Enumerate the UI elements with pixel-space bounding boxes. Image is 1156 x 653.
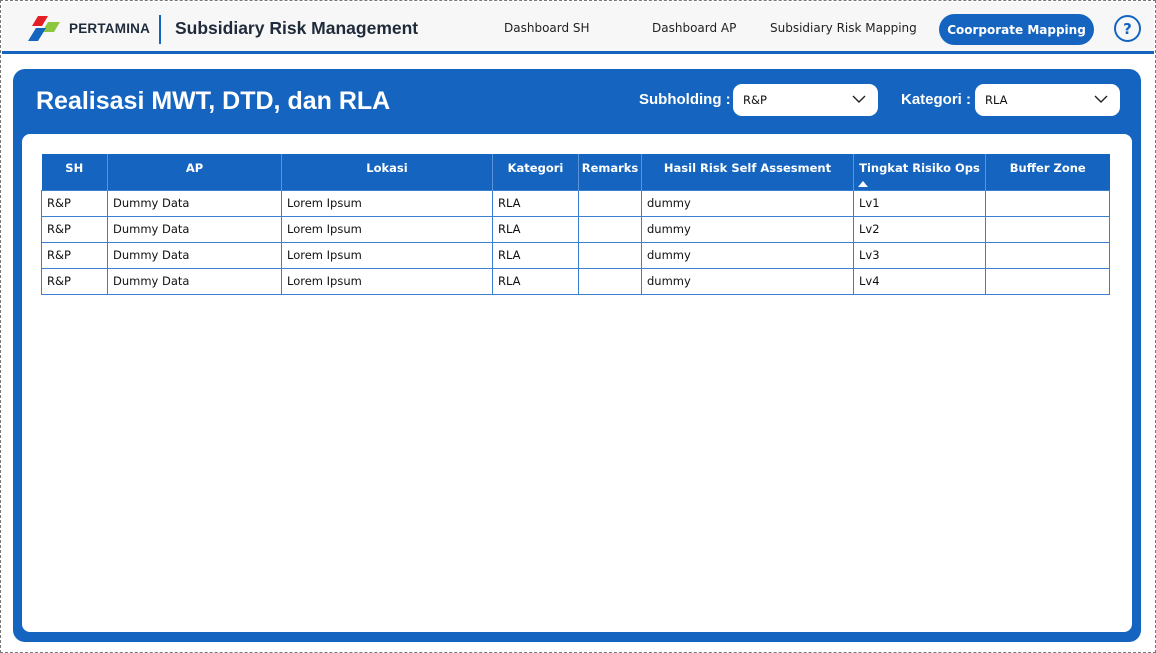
nav-subsidiary-risk-mapping[interactable]: Subsidiary Risk Mapping xyxy=(770,21,917,35)
cell-tingkat-risiko: Lv3 xyxy=(853,241,986,269)
cell-ap: Dummy Data xyxy=(107,215,282,243)
cell-tingkat-risiko: Lv1 xyxy=(853,189,986,217)
corporate-mapping-button[interactable]: Coorporate Mapping xyxy=(939,14,1094,45)
column-header-tingkat-risiko-label: Tingkat Risiko Ops xyxy=(859,161,980,175)
kategori-selected-value: RLA xyxy=(985,93,1008,107)
cell-remarks xyxy=(578,189,642,217)
cell-hasil-risk: dummy xyxy=(641,241,854,269)
cell-hasil-risk: dummy xyxy=(641,215,854,243)
cell-ap: Dummy Data xyxy=(107,189,282,217)
cell-lokasi: Lorem Ipsum xyxy=(281,189,493,217)
brand-name: PERTAMINA xyxy=(69,21,151,36)
header-accent-line xyxy=(2,51,1154,54)
cell-remarks xyxy=(578,215,642,243)
column-header-hasil-risk[interactable]: Hasil Risk Self Assesment xyxy=(641,154,854,190)
cell-sh: R&P xyxy=(41,189,108,217)
cell-kategori: RLA xyxy=(492,267,579,295)
cell-lokasi: Lorem Ipsum xyxy=(281,241,493,269)
table-row[interactable]: R&P Dummy Data Lorem Ipsum RLA dummy Lv1 xyxy=(41,189,1110,217)
cell-tingkat-risiko: Lv4 xyxy=(853,267,986,295)
kategori-dropdown[interactable]: RLA xyxy=(975,84,1120,116)
cell-sh: R&P xyxy=(41,267,108,295)
table-container: SH AP Lokasi Kategori Remarks Hasil Risk… xyxy=(22,134,1132,632)
table-row[interactable]: R&P Dummy Data Lorem Ipsum RLA dummy Lv4 xyxy=(41,267,1110,295)
cell-sh: R&P xyxy=(41,215,108,243)
sort-ascending-icon xyxy=(858,180,868,187)
main-panel: Realisasi MWT, DTD, dan RLA Subholding :… xyxy=(13,69,1141,642)
column-header-remarks[interactable]: Remarks xyxy=(578,154,642,190)
table-header-row: SH AP Lokasi Kategori Remarks Hasil Risk… xyxy=(41,154,1110,190)
nav-dashboard-sh[interactable]: Dashboard SH xyxy=(504,21,590,35)
column-header-lokasi[interactable]: Lokasi xyxy=(281,154,493,190)
column-header-kategori[interactable]: Kategori xyxy=(492,154,579,190)
chevron-down-icon xyxy=(852,95,866,103)
cell-buffer-zone xyxy=(985,215,1110,243)
column-header-buffer-zone[interactable]: Buffer Zone xyxy=(985,154,1110,190)
subholding-filter-label: Subholding : xyxy=(639,91,731,108)
cell-kategori: RLA xyxy=(492,241,579,269)
help-icon[interactable]: ? xyxy=(1114,15,1141,42)
cell-remarks xyxy=(578,267,642,295)
cell-kategori: RLA xyxy=(492,215,579,243)
cell-remarks xyxy=(578,241,642,269)
table-row[interactable]: R&P Dummy Data Lorem Ipsum RLA dummy Lv3 xyxy=(41,241,1110,269)
subholding-dropdown[interactable]: R&P xyxy=(733,84,878,116)
cell-ap: Dummy Data xyxy=(107,267,282,295)
cell-sh: R&P xyxy=(41,241,108,269)
column-header-sh[interactable]: SH xyxy=(41,154,108,190)
cell-lokasi: Lorem Ipsum xyxy=(281,215,493,243)
cell-kategori: RLA xyxy=(492,189,579,217)
column-header-tingkat-risiko[interactable]: Tingkat Risiko Ops xyxy=(853,154,986,190)
cell-hasil-risk: dummy xyxy=(641,267,854,295)
top-navigation-bar: PERTAMINA Subsidiary Risk Management Das… xyxy=(2,2,1154,52)
kategori-filter-label: Kategori : xyxy=(901,91,972,108)
cell-ap: Dummy Data xyxy=(107,241,282,269)
cell-buffer-zone xyxy=(985,241,1110,269)
cell-tingkat-risiko: Lv2 xyxy=(853,215,986,243)
risk-table: SH AP Lokasi Kategori Remarks Hasil Risk… xyxy=(41,154,1110,295)
chevron-down-icon xyxy=(1094,95,1108,103)
pertamina-logo-icon xyxy=(28,16,60,41)
column-header-ap[interactable]: AP xyxy=(107,154,282,190)
app-title: Subsidiary Risk Management xyxy=(175,18,419,38)
header-divider xyxy=(159,15,161,44)
cell-lokasi: Lorem Ipsum xyxy=(281,267,493,295)
table-row[interactable]: R&P Dummy Data Lorem Ipsum RLA dummy Lv2 xyxy=(41,215,1110,243)
subholding-selected-value: R&P xyxy=(743,93,767,107)
page-title: Realisasi MWT, DTD, dan RLA xyxy=(36,87,391,115)
nav-dashboard-ap[interactable]: Dashboard AP xyxy=(652,21,736,35)
cell-buffer-zone xyxy=(985,189,1110,217)
cell-hasil-risk: dummy xyxy=(641,189,854,217)
cell-buffer-zone xyxy=(985,267,1110,295)
